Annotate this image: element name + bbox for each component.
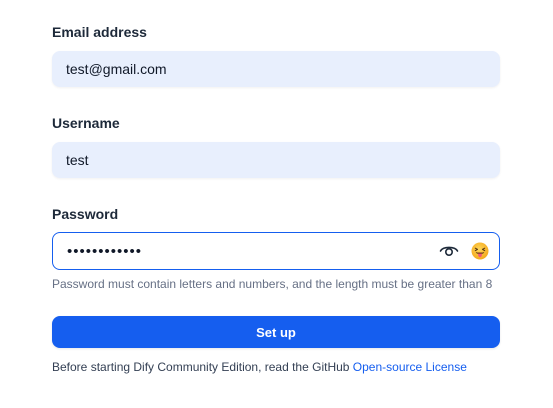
open-source-license-link[interactable]: Open-source License <box>353 360 467 374</box>
username-group: Username <box>52 113 500 178</box>
username-field[interactable] <box>52 142 500 178</box>
password-group: Password •••••••••••• Password must cont… <box>52 204 500 292</box>
username-label: Username <box>52 115 120 131</box>
password-field-wrapper <box>52 232 500 270</box>
password-label: Password <box>52 206 119 222</box>
license-notice: Before starting Dify Community Edition, … <box>52 359 500 375</box>
email-field-wrapper <box>52 51 500 87</box>
password-field[interactable] <box>53 233 499 269</box>
eye-icon[interactable] <box>439 241 459 261</box>
password-icons <box>439 233 489 269</box>
email-group: Email address <box>52 22 500 87</box>
username-field-wrapper <box>52 142 500 178</box>
license-notice-text: Before starting Dify Community Edition, … <box>52 360 353 374</box>
setup-button[interactable]: Set up <box>52 316 500 348</box>
email-field[interactable] <box>52 51 500 87</box>
password-hint: Password must contain letters and number… <box>52 277 493 291</box>
email-label: Email address <box>52 24 147 40</box>
setup-form: Email address Username Password <box>52 22 500 375</box>
tongue-out-emoji-icon[interactable] <box>471 242 489 260</box>
